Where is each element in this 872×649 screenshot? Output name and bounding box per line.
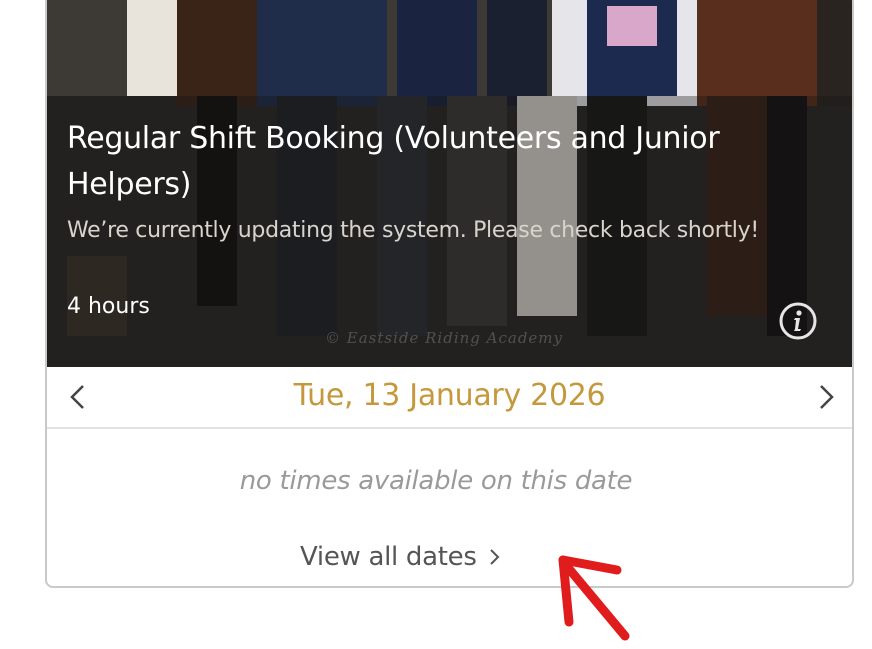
card-title: Regular Shift Booking (Volunteers and Ju… xyxy=(67,121,720,202)
watermark: © Eastside Riding Academy xyxy=(325,329,564,347)
hero-image: Regular Shift Booking (Volunteers and Ju… xyxy=(47,0,852,367)
view-all-dates-label: View all dates xyxy=(300,542,477,572)
chevron-right-icon[interactable] xyxy=(811,380,841,414)
info-icon[interactable] xyxy=(778,301,818,341)
duration-label: 4 hours xyxy=(67,294,150,319)
selected-date: Tue, 13 January 2026 xyxy=(293,378,606,413)
booking-card: Regular Shift Booking (Volunteers and Ju… xyxy=(45,0,854,588)
chevron-right-icon xyxy=(489,549,500,565)
date-navigator: Tue, 13 January 2026 xyxy=(47,367,852,429)
no-times-message: no times available on this date xyxy=(239,466,633,496)
card-subtitle: We’re currently updating the system. Ple… xyxy=(67,218,759,243)
red-annotation-arrow xyxy=(558,555,630,641)
view-all-dates-link[interactable]: View all dates xyxy=(300,542,503,572)
